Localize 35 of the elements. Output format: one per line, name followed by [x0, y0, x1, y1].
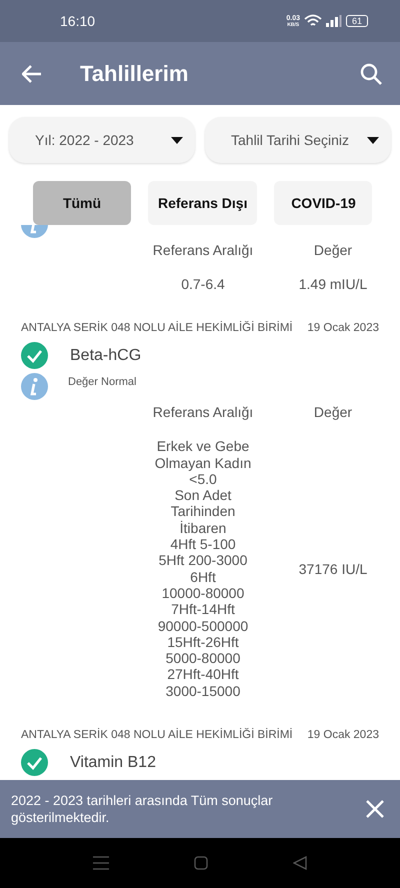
- battery-indicator: 61: [346, 15, 368, 27]
- filter-tab[interactable]: Tümü: [33, 181, 131, 225]
- result-value: 1.49 mIU/L: [298, 276, 368, 292]
- reference-range: Erkek ve Gebe Olmayan Kadın <5.0 Son Adet Tarihinden İtibaren 4Hft 5-100 5Hft 200-3000 6Hft 10000-80000 7Hft-14Hft 90000-500000 15Hft-26Hft 5000-80000 27Hft-40Hft 3000-15000: [154, 438, 252, 700]
- menu-icon[interactable]: [93, 856, 109, 870]
- close-icon[interactable]: [366, 800, 384, 818]
- filter-dropdown[interactable]: Tahlil Tarihi Seçiniz: [205, 117, 391, 163]
- filter-tab[interactable]: COVID-19: [274, 181, 372, 225]
- test-name: Beta-hCG: [70, 346, 142, 365]
- column-header: Referans Aralığı: [152, 242, 254, 258]
- snackbar-message: 2022 - 2023 tarihleri arasında Tüm sonuçlar gösterilmektedir.: [11, 792, 274, 826]
- result-date: 19 Ocak 2023: [307, 322, 379, 334]
- back-arrow-icon[interactable]: [22, 64, 42, 82]
- filter-tab[interactable]: Referans Dışı: [148, 181, 258, 225]
- status-text: Değer Normal: [68, 376, 136, 388]
- result-value: 37176 IU/L: [298, 560, 368, 577]
- test-name: Vitamin B12: [70, 754, 156, 772]
- result-date: 19 Ocak 2023: [307, 729, 379, 742]
- wifi-icon: [304, 14, 322, 28]
- screen-title: Tahlillerim: [80, 60, 190, 86]
- reference-range: 0.7-6.4: [180, 276, 226, 292]
- column-header: Referans Aralığı: [152, 404, 254, 420]
- home-square-icon[interactable]: [194, 856, 208, 870]
- column-header: Değer: [312, 404, 354, 420]
- status-time: 16:10: [60, 13, 96, 29]
- dropdown-caret-icon: [171, 136, 183, 144]
- info-icon[interactable]: [21, 373, 48, 400]
- lab-name: ANTALYA SERİK 048 NOLU AİLE HEKİMLİĞİ BİRİMİ: [21, 729, 293, 742]
- lab-name: ANTALYA SERİK 048 NOLU AİLE HEKİMLİĞİ BİRİMİ: [21, 322, 293, 334]
- search-icon[interactable]: [360, 62, 382, 84]
- column-header: Değer: [312, 242, 354, 258]
- signal-icon: [326, 15, 342, 27]
- dropdown-caret-icon: [367, 136, 379, 144]
- filter-dropdown[interactable]: Yıl: 2022 - 2023: [9, 117, 195, 163]
- back-triangle-icon[interactable]: [293, 856, 307, 870]
